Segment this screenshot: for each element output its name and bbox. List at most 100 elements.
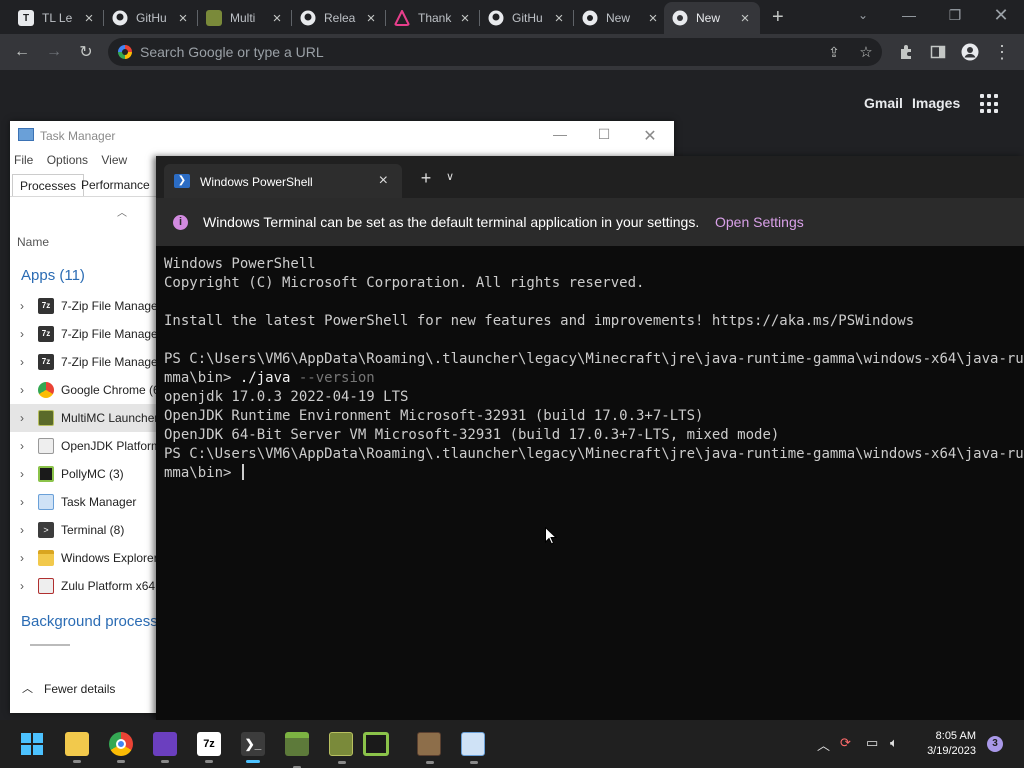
browser-tab[interactable]: Relea × bbox=[292, 4, 386, 32]
browser-tab[interactable]: Multi × bbox=[198, 4, 292, 32]
restore-icon[interactable]: ❐ bbox=[932, 0, 978, 30]
menu-kebab-icon[interactable]: ⋮ bbox=[990, 40, 1014, 64]
chevron-right-icon[interactable]: › bbox=[20, 495, 24, 509]
close-tab-icon[interactable]: × bbox=[176, 10, 190, 27]
google-apps-icon[interactable] bbox=[980, 94, 1000, 114]
minimize-icon[interactable]: — bbox=[886, 0, 932, 30]
chevron-right-icon[interactable]: › bbox=[20, 355, 24, 369]
tab-performance[interactable]: Performance bbox=[74, 174, 157, 196]
close-tab-icon[interactable]: × bbox=[82, 10, 96, 27]
browser-tab[interactable]: Thank × bbox=[386, 4, 480, 32]
extensions-icon[interactable] bbox=[894, 40, 918, 64]
new-tab-button[interactable]: + bbox=[764, 3, 792, 31]
close-tab-icon[interactable]: × bbox=[458, 10, 472, 27]
list-item[interactable]: › 7z 7-Zip File Manager bbox=[10, 292, 156, 320]
task-manager-taskbar-icon[interactable] bbox=[461, 732, 485, 764]
maximize-icon[interactable]: ☐ bbox=[592, 126, 616, 143]
list-item[interactable]: › Google Chrome (6) bbox=[10, 376, 156, 404]
browser-tab-active[interactable]: New × bbox=[664, 2, 760, 34]
info-bar: i Windows Terminal can be set as the def… bbox=[156, 198, 1024, 246]
pollymc-taskbar-icon[interactable] bbox=[363, 732, 389, 756]
chevron-right-icon[interactable]: › bbox=[20, 383, 24, 397]
list-item[interactable]: › Windows Explorer bbox=[10, 544, 156, 572]
terminal-tab[interactable]: ❯ Windows PowerShell × bbox=[164, 164, 402, 198]
browser-tab[interactable]: GitHu × bbox=[480, 4, 574, 32]
gmail-link[interactable]: Gmail bbox=[864, 95, 903, 111]
process-label: MultiMC Launcher bbox=[61, 411, 156, 425]
reload-icon[interactable]: ↻ bbox=[74, 40, 98, 64]
side-panel-icon[interactable] bbox=[926, 40, 950, 64]
list-item[interactable]: › Zulu Platform x64 bbox=[10, 572, 156, 600]
list-item[interactable]: › OpenJDK Platform bbox=[10, 432, 156, 460]
chevron-right-icon[interactable]: › bbox=[20, 579, 24, 593]
forward-icon[interactable]: → bbox=[42, 40, 66, 64]
task-manager-tabs: Processes Performance bbox=[10, 174, 156, 196]
address-input[interactable] bbox=[140, 38, 780, 66]
list-item[interactable]: › Task Manager bbox=[10, 488, 156, 516]
omnibox[interactable]: ⇪ ☆ bbox=[108, 38, 882, 66]
close-tab-icon[interactable]: × bbox=[552, 10, 566, 27]
chrome-icon bbox=[582, 10, 598, 26]
bookmark-star-icon[interactable]: ☆ bbox=[854, 40, 878, 64]
close-window-icon[interactable]: ✕ bbox=[638, 126, 662, 146]
multimc-taskbar-icon[interactable] bbox=[329, 732, 353, 764]
close-tab-icon[interactable]: × bbox=[738, 10, 752, 27]
menu-file[interactable]: File bbox=[14, 153, 33, 167]
close-tab-icon[interactable]: × bbox=[646, 10, 660, 27]
list-item-selected[interactable]: › MultiMC Launcher bbox=[10, 404, 156, 432]
chevron-right-icon[interactable]: › bbox=[20, 439, 24, 453]
new-terminal-tab-button[interactable]: + bbox=[416, 168, 436, 189]
tab-title: Relea bbox=[324, 11, 356, 25]
clock-date: 3/19/2023 bbox=[927, 745, 976, 757]
7zip-taskbar-label: 7z bbox=[203, 738, 215, 750]
start-button[interactable] bbox=[20, 732, 44, 756]
list-item[interactable]: › 7z 7-Zip File Manager bbox=[10, 348, 156, 376]
chevron-right-icon[interactable]: › bbox=[20, 467, 24, 481]
show-hidden-icons-chevron-icon[interactable]: ︿ bbox=[817, 735, 830, 754]
browser-tab[interactable]: New × bbox=[574, 4, 668, 32]
7zip-taskbar-icon[interactable]: 7z bbox=[197, 732, 221, 763]
close-tab-icon[interactable]: × bbox=[270, 10, 284, 27]
share-icon[interactable]: ⇪ bbox=[822, 40, 846, 64]
volume-icon[interactable]: 🔈︎ bbox=[890, 735, 898, 751]
back-icon[interactable]: ← bbox=[10, 40, 34, 64]
chevron-right-icon[interactable]: › bbox=[20, 523, 24, 537]
images-link[interactable]: Images bbox=[912, 95, 960, 111]
list-item[interactable]: › 7z 7-Zip File Manager bbox=[10, 320, 156, 348]
close-tab-icon[interactable]: × bbox=[364, 10, 378, 27]
column-header-name[interactable]: Name bbox=[17, 235, 49, 249]
task-manager-titlebar[interactable]: Task Manager — ☐ ✕ bbox=[10, 121, 674, 149]
chevron-right-icon[interactable]: › bbox=[20, 551, 24, 565]
list-item[interactable]: › > Terminal (8) bbox=[10, 516, 156, 544]
menu-options[interactable]: Options bbox=[47, 153, 88, 167]
chevron-down-icon[interactable]: ∨ bbox=[446, 170, 454, 183]
chevron-right-icon[interactable]: › bbox=[20, 299, 24, 313]
minecraft-block-icon[interactable] bbox=[285, 732, 309, 768]
network-icon[interactable]: ▭ bbox=[866, 735, 878, 751]
minimize-icon[interactable]: — bbox=[548, 126, 572, 142]
tlauncher-icon[interactable] bbox=[417, 732, 441, 764]
fewer-details-button[interactable]: Fewer details bbox=[44, 682, 115, 696]
chevron-right-icon[interactable]: › bbox=[20, 411, 24, 425]
console-output[interactable]: Windows PowerShell Copyright (C) Microso… bbox=[164, 255, 1024, 715]
tab-search-icon[interactable]: ⌄ bbox=[840, 0, 886, 30]
menu-bar: File Options View bbox=[14, 153, 137, 167]
terminal-taskbar-icon[interactable]: ❯_ bbox=[241, 732, 265, 763]
close-tab-icon[interactable]: × bbox=[379, 172, 388, 190]
menu-view[interactable]: View bbox=[101, 153, 127, 167]
open-settings-link[interactable]: Open Settings bbox=[715, 214, 804, 230]
sort-chevron-up-icon[interactable]: ︿ bbox=[117, 204, 127, 219]
profile-icon[interactable] bbox=[958, 40, 982, 64]
file-explorer-icon[interactable] bbox=[65, 732, 89, 763]
close-window-icon[interactable]: ✕ bbox=[978, 0, 1024, 30]
browser-tab[interactable]: T TL Le × bbox=[10, 4, 104, 32]
list-item[interactable]: › PollyMC (3) bbox=[10, 460, 156, 488]
chrome-taskbar-icon[interactable] bbox=[109, 732, 133, 763]
notification-badge[interactable]: 3 bbox=[987, 736, 1003, 752]
visual-studio-icon[interactable] bbox=[153, 732, 177, 763]
chevron-right-icon[interactable]: › bbox=[20, 327, 24, 341]
sync-icon[interactable]: ⟳ bbox=[840, 735, 851, 751]
chevron-up-icon[interactable]: ︿ bbox=[22, 680, 33, 696]
browser-tab[interactable]: GitHu × bbox=[104, 4, 198, 32]
clock[interactable]: 8:05 AM 3/19/2023 bbox=[912, 729, 976, 759]
